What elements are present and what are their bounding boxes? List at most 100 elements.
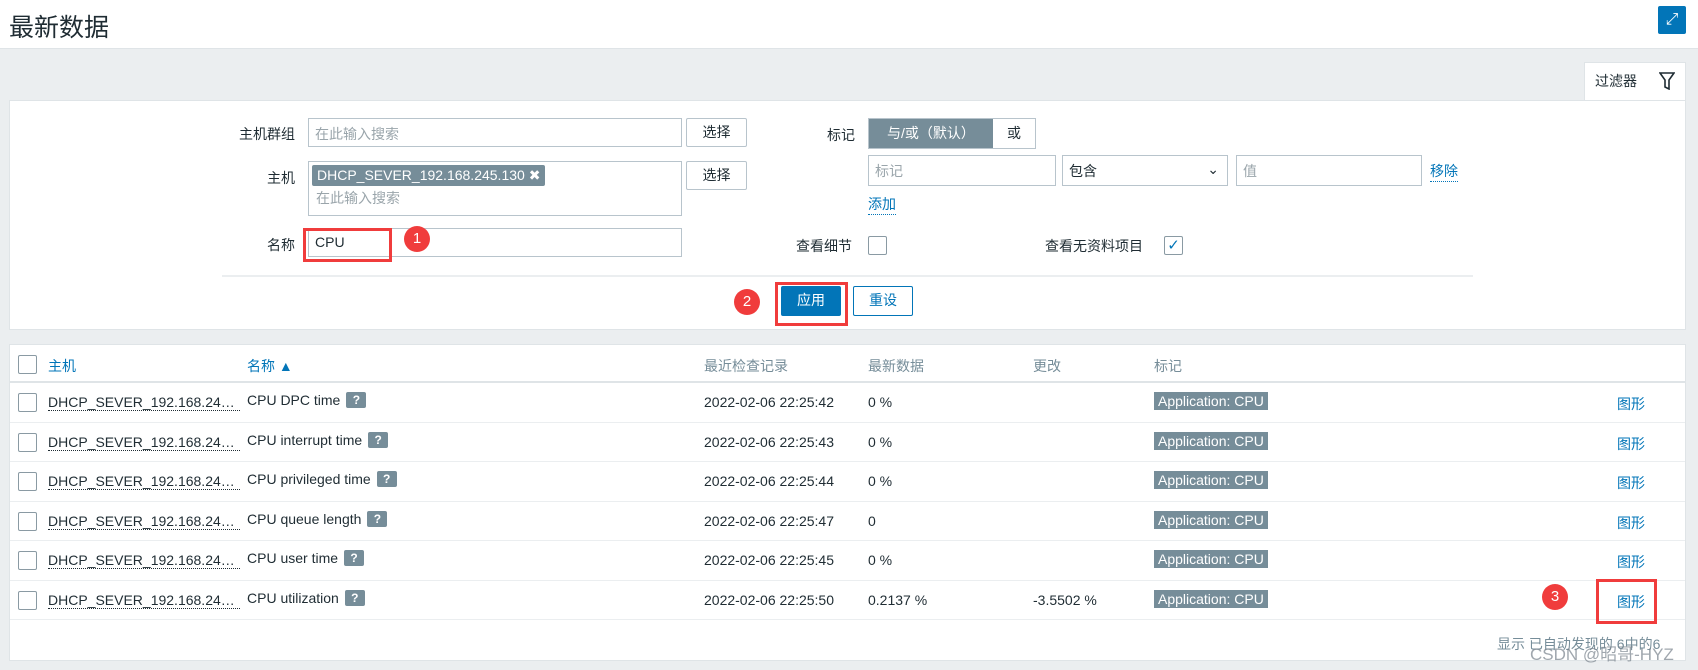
host-multiselect[interactable]: DHCP_SEVER_192.168.245.130 ✖ 在此输入搜索 <box>308 161 682 216</box>
table-row: DHCP_SEVER_192.168.245.130 CPU privilege… <box>10 462 1685 502</box>
row-host-link[interactable]: DHCP_SEVER_192.168.245.130 <box>48 473 240 490</box>
filter-divider <box>222 275 1473 277</box>
latest-data-table: 主机 名称 ▲ 最近检查记录 最新数据 更改 标记 DHCP_SEVER_192… <box>9 344 1686 661</box>
host-chip-label: DHCP_SEVER_192.168.245.130 <box>317 167 525 183</box>
page-title: 最新数据 <box>9 14 110 42</box>
watermark: CSDN @昭哥-HYZ <box>1530 645 1674 664</box>
host-select-button[interactable]: 选择 <box>686 161 747 190</box>
tag-value-input[interactable]: 值 <box>1236 155 1422 186</box>
row-checkbox[interactable] <box>18 590 37 610</box>
row-host-link[interactable]: DHCP_SEVER_192.168.245.130 <box>48 552 240 569</box>
row-checkbox[interactable] <box>18 551 37 570</box>
row-tag[interactable]: Application: CPU <box>1154 589 1268 608</box>
fullscreen-icon[interactable]: ⤢ <box>1658 6 1686 34</box>
tag-operator-select[interactable]: 包含 ⌄ <box>1062 155 1228 186</box>
help-icon[interactable]: ? <box>344 550 365 566</box>
row-last-check: 2022-02-06 22:25:44 <box>704 473 834 489</box>
show-no-data-label: 查看无资料项目 <box>1045 238 1143 254</box>
annotation-marker-1: 1 <box>404 226 430 252</box>
host-chip: DHCP_SEVER_192.168.245.130 ✖ <box>312 165 546 186</box>
table-row: DHCP_SEVER_192.168.245.130 CPU queue len… <box>10 502 1685 541</box>
header-host[interactable]: 主机 <box>48 356 76 376</box>
row-checkbox[interactable] <box>18 393 37 412</box>
row-graph-link[interactable]: 图形 <box>1617 434 1645 454</box>
header-last-check: 最近检查记录 <box>704 358 788 374</box>
filter-icon <box>1659 72 1675 90</box>
host-group-label: 主机群组 <box>239 126 295 142</box>
item-name-text: CPU DPC time <box>247 392 341 408</box>
host-placeholder: 在此输入搜索 <box>316 190 400 206</box>
host-group-input[interactable]: 在此输入搜索 <box>308 118 682 147</box>
row-host-link[interactable]: DHCP_SEVER_192.168.245.130 <box>48 513 240 530</box>
show-no-data-checkbox[interactable]: ✓ <box>1164 236 1183 255</box>
tags-or-option[interactable]: 或 <box>993 119 1035 148</box>
select-all-checkbox[interactable] <box>18 355 37 374</box>
annotation-box-2 <box>775 282 848 326</box>
row-item-name: CPU DPC time? <box>247 392 367 408</box>
row-tag[interactable]: Application: CPU <box>1154 510 1268 529</box>
show-details-checkbox[interactable] <box>868 236 887 255</box>
row-graph-link[interactable]: 图形 <box>1617 552 1645 572</box>
row-item-name: CPU user time? <box>247 550 365 566</box>
item-name-text: CPU utilization <box>247 589 339 606</box>
row-last-value: 0 % <box>868 394 893 410</box>
tag-add-link[interactable]: 添加 <box>868 194 896 215</box>
host-group-placeholder: 在此输入搜索 <box>315 126 399 142</box>
row-tag[interactable]: Application: CPU <box>1154 471 1268 489</box>
row-checkbox[interactable] <box>18 511 37 531</box>
row-last-value: 0 % <box>868 433 893 450</box>
tag-name-placeholder: 标记 <box>875 163 903 179</box>
row-graph-link[interactable]: 图形 <box>1617 394 1645 414</box>
row-item-name: CPU interrupt time? <box>247 431 389 448</box>
annotation-box-1 <box>303 228 392 262</box>
help-icon[interactable]: ? <box>344 589 365 606</box>
row-tag[interactable]: Application: CPU <box>1154 550 1268 568</box>
header-change: 更改 <box>1033 358 1061 374</box>
filter-tab-label: 过滤器 <box>1595 73 1637 89</box>
chevron-down-icon: ⌄ <box>1207 161 1219 177</box>
row-host-link[interactable]: DHCP_SEVER_192.168.245.130 <box>48 592 240 609</box>
row-host-link[interactable]: DHCP_SEVER_192.168.245.130 <box>48 394 240 411</box>
remove-chip-icon[interactable]: ✖ <box>529 167 541 183</box>
row-last-value: 0 % <box>868 473 893 489</box>
row-change: -3.5502 % <box>1033 591 1097 608</box>
header-name[interactable]: 名称 ▲ <box>247 356 293 376</box>
name-label: 名称 <box>267 237 295 253</box>
help-icon[interactable]: ? <box>376 471 397 487</box>
tags-label: 标记 <box>827 127 855 143</box>
tags-and-or-option[interactable]: 与/或（默认） <box>869 119 993 148</box>
tag-value-placeholder: 值 <box>1243 163 1257 179</box>
reset-button[interactable]: 重设 <box>853 286 913 316</box>
row-last-check: 2022-02-06 22:25:50 <box>704 591 834 608</box>
host-label: 主机 <box>267 170 295 186</box>
tags-evaltype-toggle: 与/或（默认） 或 <box>868 118 1036 149</box>
table-row: DHCP_SEVER_192.168.245.130 CPU utilizati… <box>10 581 1685 620</box>
row-tag[interactable]: Application: CPU <box>1154 392 1268 410</box>
help-icon[interactable]: ? <box>368 431 389 448</box>
table-row: DHCP_SEVER_192.168.245.130 CPU interrupt… <box>10 423 1685 462</box>
tag-name-input[interactable]: 标记 <box>868 155 1056 186</box>
row-tag[interactable]: Application: CPU <box>1154 431 1268 450</box>
tag-operator-value: 包含 <box>1069 163 1097 179</box>
annotation-box-3 <box>1596 579 1657 624</box>
row-item-name: CPU privileged time? <box>247 471 397 487</box>
row-checkbox[interactable] <box>18 432 37 452</box>
row-last-check: 2022-02-06 22:25:42 <box>704 394 834 410</box>
header-tags: 标记 <box>1154 358 1182 374</box>
row-item-name: CPU queue length? <box>247 510 388 527</box>
row-graph-link[interactable]: 图形 <box>1617 473 1645 493</box>
help-icon[interactable]: ? <box>367 510 388 527</box>
item-name-text: CPU interrupt time <box>247 431 363 448</box>
item-name-text: CPU privileged time <box>247 471 371 487</box>
table-header: 主机 名称 ▲ 最近检查记录 最新数据 更改 标记 <box>10 345 1685 383</box>
filter-tab[interactable]: 过滤器 <box>1584 62 1686 101</box>
show-details-label: 查看细节 <box>796 238 852 254</box>
row-last-value: 0 % <box>868 552 893 568</box>
host-group-select-button[interactable]: 选择 <box>686 118 747 147</box>
help-icon[interactable]: ? <box>346 392 367 408</box>
row-last-check: 2022-02-06 22:25:45 <box>704 552 834 568</box>
row-checkbox[interactable] <box>18 472 37 491</box>
row-graph-link[interactable]: 图形 <box>1617 513 1645 533</box>
row-host-link[interactable]: DHCP_SEVER_192.168.245.130 <box>48 434 240 451</box>
tag-remove-link[interactable]: 移除 <box>1430 161 1458 182</box>
